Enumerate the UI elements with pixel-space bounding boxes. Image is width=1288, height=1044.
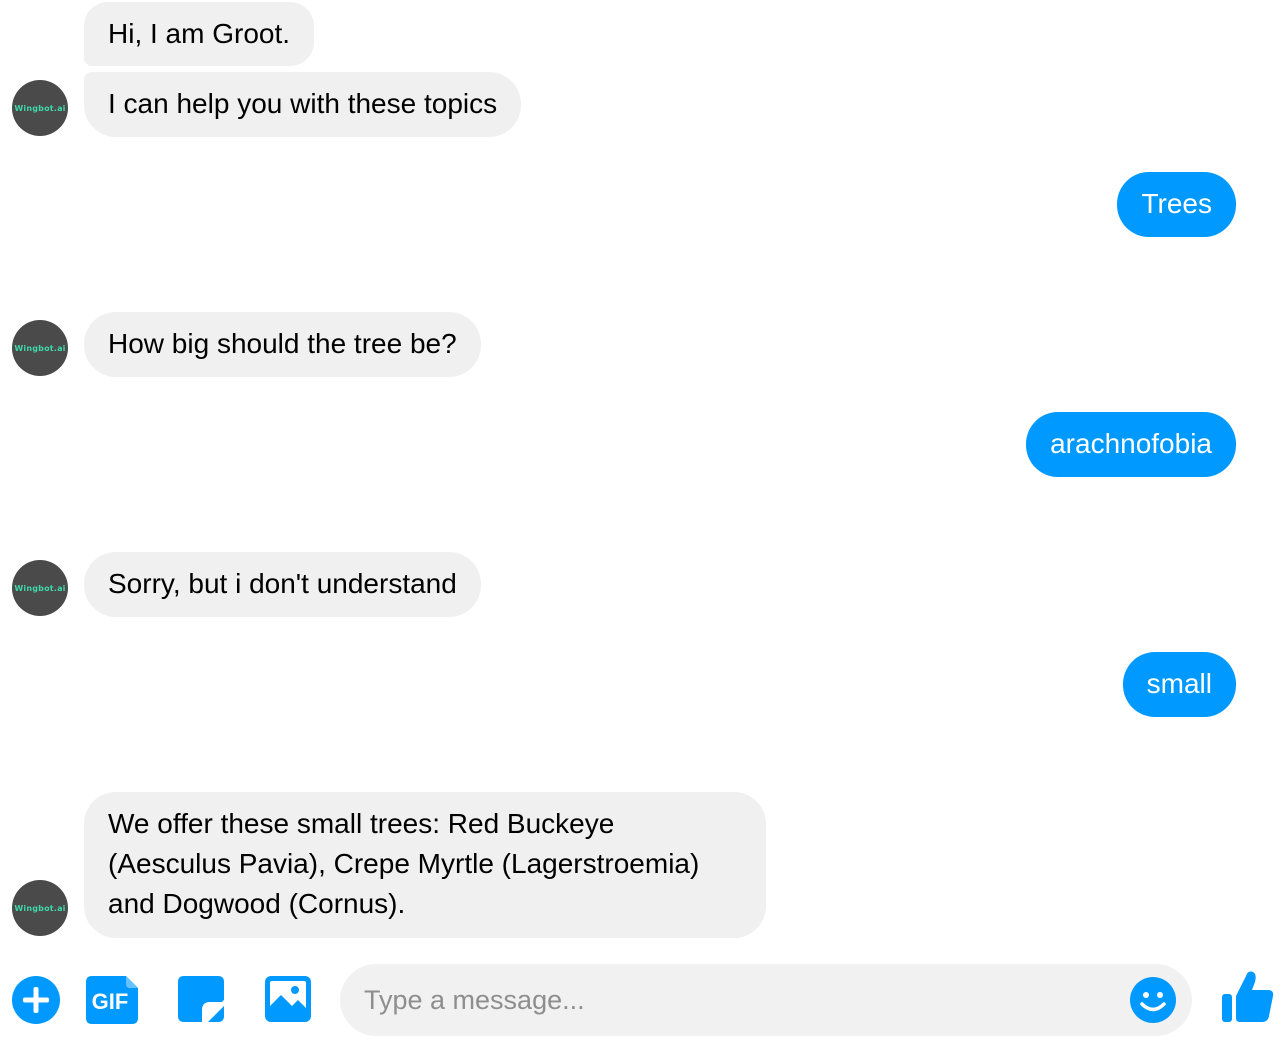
image-icon[interactable] bbox=[265, 976, 311, 1022]
sticker-icon[interactable] bbox=[178, 976, 224, 1022]
message-input-container[interactable] bbox=[340, 964, 1192, 1036]
bot-message: We offer these small trees: Red Buckeye … bbox=[84, 792, 766, 938]
like-icon[interactable] bbox=[1222, 970, 1274, 1024]
message-input[interactable] bbox=[364, 964, 1104, 1036]
avatar-logo-text: Wingbot.ai bbox=[14, 103, 66, 113]
bot-avatar: Wingbot.ai bbox=[12, 80, 68, 136]
avatar-logo-text: Wingbot.ai bbox=[14, 903, 66, 913]
plus-icon[interactable] bbox=[12, 976, 60, 1024]
emoji-icon[interactable] bbox=[1130, 977, 1176, 1028]
bot-message: Sorry, but i don't understand bbox=[84, 552, 481, 617]
gif-icon[interactable]: GIF bbox=[86, 976, 138, 1024]
bot-message: Hi, I am Groot. bbox=[84, 2, 315, 66]
bot-message: I can help you with these topics bbox=[84, 72, 522, 137]
user-message: Trees bbox=[1117, 172, 1236, 237]
bot-avatar: Wingbot.ai bbox=[12, 880, 68, 936]
gif-label: GIF bbox=[92, 989, 129, 1014]
user-message: small bbox=[1122, 652, 1236, 717]
bot-message: How big should the tree be? bbox=[84, 312, 481, 377]
avatar-logo-text: Wingbot.ai bbox=[14, 583, 66, 593]
bot-avatar: Wingbot.ai bbox=[12, 560, 68, 616]
avatar-logo-text: Wingbot.ai bbox=[14, 343, 66, 353]
user-message: arachnofobia bbox=[1026, 412, 1236, 477]
bot-avatar: Wingbot.ai bbox=[12, 320, 68, 376]
